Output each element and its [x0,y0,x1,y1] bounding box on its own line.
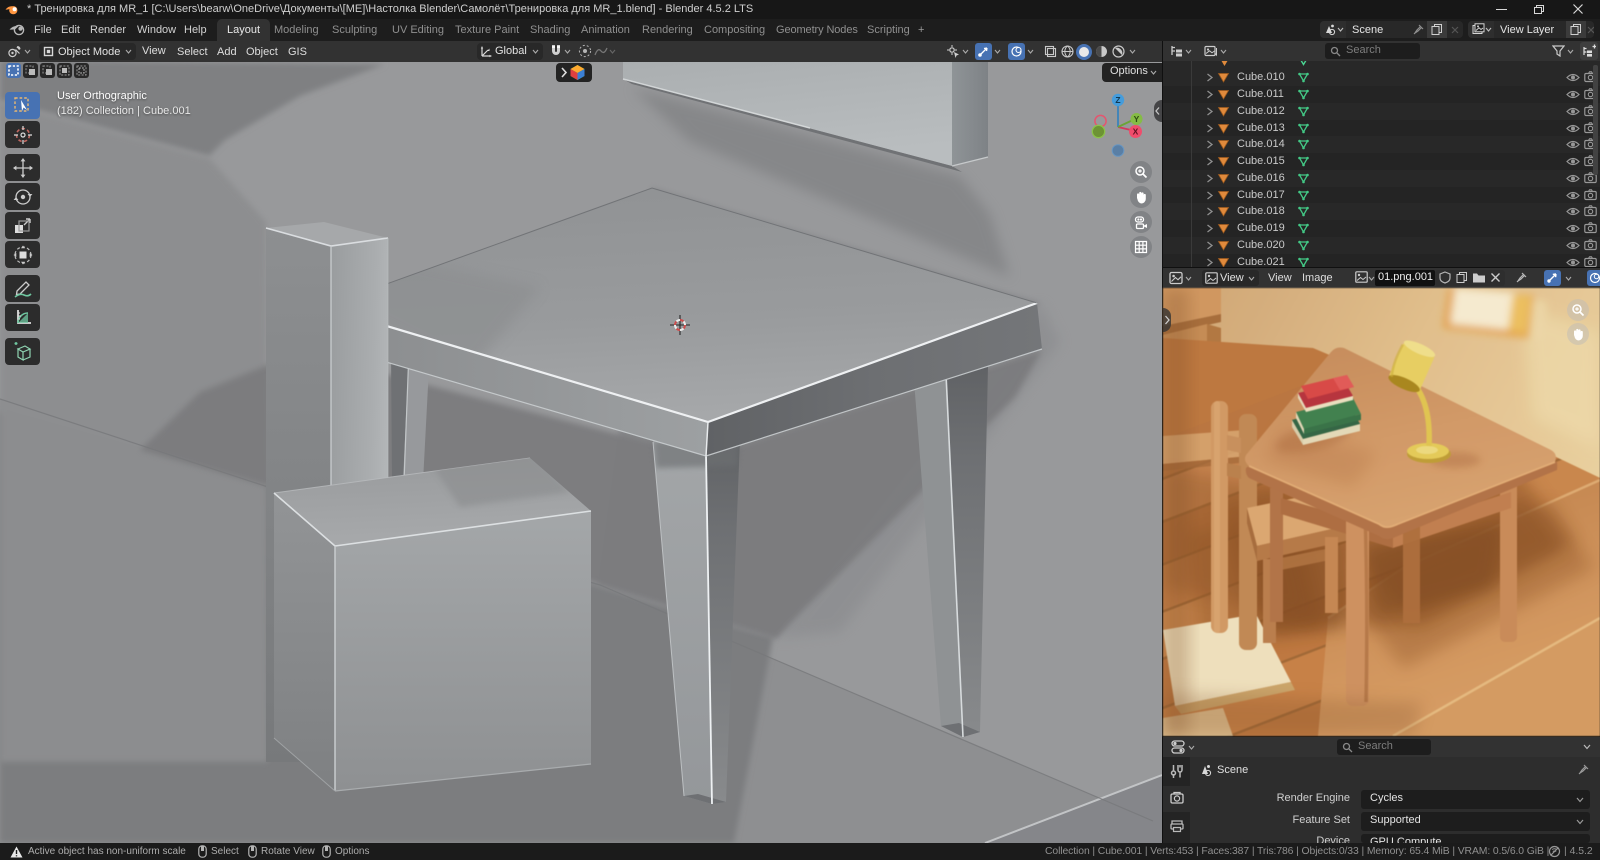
svg-text:Y: Y [1134,114,1140,124]
svg-text:Z: Z [1115,95,1120,105]
svg-text:X: X [1133,127,1139,137]
